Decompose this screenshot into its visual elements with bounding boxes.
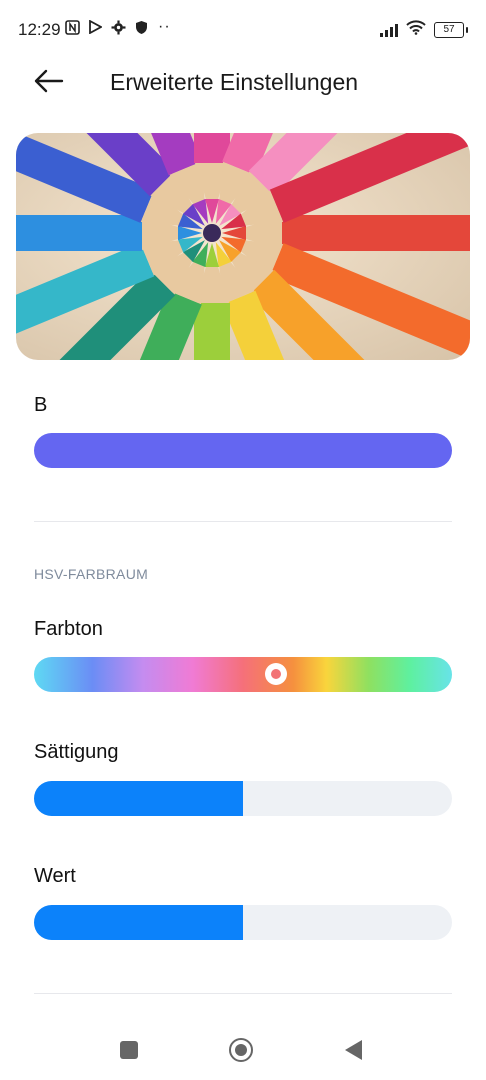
recent-apps-button[interactable]	[120, 1041, 138, 1059]
status-system-icons: 57	[380, 20, 468, 40]
home-button[interactable]	[229, 1038, 253, 1062]
battery-icon: 57	[434, 22, 468, 38]
more-notifications-icon: ··	[158, 18, 171, 35]
channel-b-label: B	[34, 394, 48, 416]
page-title: Erweiterte Einstellungen	[110, 69, 359, 95]
wifi-icon	[406, 20, 426, 40]
nfc-icon	[64, 19, 80, 35]
value-slider-fill	[34, 905, 243, 940]
hue-slider-thumb[interactable]	[265, 663, 287, 685]
saturation-slider[interactable]	[34, 781, 452, 816]
hue-slider[interactable]	[34, 657, 452, 692]
back-arrow-icon[interactable]	[32, 66, 66, 96]
signal-icon	[380, 23, 398, 37]
saturation-slider-fill	[34, 781, 243, 816]
app-header: Erweiterte Einstellungen	[0, 58, 486, 106]
settings-icon	[110, 19, 126, 35]
play-icon	[87, 19, 103, 35]
divider	[34, 521, 452, 522]
hsv-section-title: HSV-FARBRAUM	[34, 566, 149, 582]
status-time: 12:29	[18, 20, 61, 39]
value-label: Wert	[34, 865, 76, 887]
system-nav-bar	[0, 1020, 486, 1080]
channel-b-slider[interactable]	[34, 433, 452, 468]
shield-icon	[133, 19, 149, 35]
hue-label: Farbton	[34, 618, 103, 640]
status-bar: 12:29 ·· 57	[0, 0, 486, 58]
colored-pencils-image	[16, 133, 470, 360]
status-notification-icons	[64, 19, 149, 35]
nav-back-button[interactable]	[345, 1040, 362, 1060]
value-slider[interactable]	[34, 905, 452, 940]
saturation-label: Sättigung	[34, 741, 119, 763]
divider-bottom	[34, 993, 452, 994]
